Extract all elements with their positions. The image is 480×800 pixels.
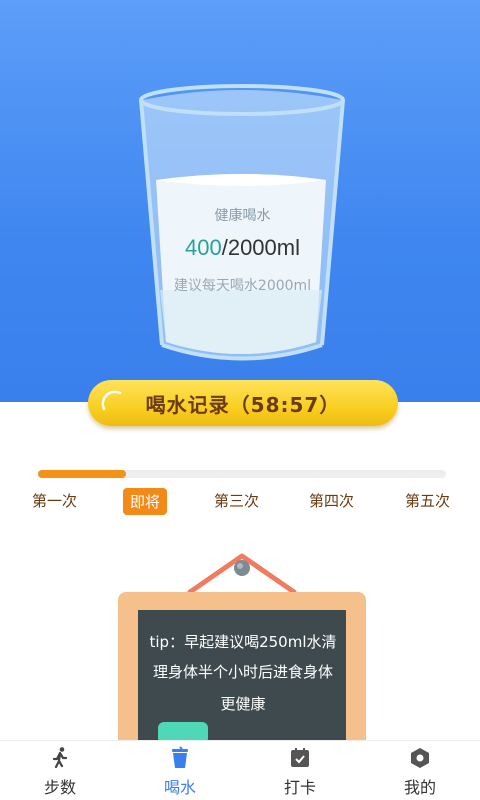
water-amount: 400/2000ml xyxy=(140,235,345,261)
step-item[interactable]: 第一次 xyxy=(32,490,77,511)
step-item-active[interactable]: 即将 xyxy=(123,488,168,515)
tip-line-3: 更健康 xyxy=(220,695,266,713)
tab-water[interactable]: 喝水 xyxy=(120,741,240,800)
step-item[interactable]: 第三次 xyxy=(214,490,259,511)
record-button-label: 喝水记录（58:57） xyxy=(145,392,341,417)
glass-hint: 建议每天喝水2000ml xyxy=(173,278,312,294)
step-item[interactable]: 第四次 xyxy=(309,490,354,511)
goal-amount: /2000ml xyxy=(221,235,300,260)
tab-label: 步数 xyxy=(43,778,76,797)
glass-title: 健康喝水 xyxy=(214,208,271,224)
tab-label: 喝水 xyxy=(163,778,196,797)
drink-progress-fill xyxy=(38,470,126,478)
bottom-tab-bar: 步数 喝水 打卡 我的 xyxy=(0,740,480,800)
hero-header: 健康喝水 400/2000ml 建议每天喝水2000ml xyxy=(0,0,480,402)
tip-line-1: tip：早起建议喝250ml水清 xyxy=(149,633,337,651)
tab-steps[interactable]: 步数 xyxy=(0,741,120,800)
walking-person-icon xyxy=(52,747,68,769)
tab-label: 打卡 xyxy=(283,778,316,797)
drink-steps: 第一次 即将 第三次 第四次 第五次 xyxy=(0,488,480,516)
cup-icon xyxy=(172,746,188,768)
tab-mine[interactable]: 我的 xyxy=(360,741,480,800)
drink-progress-bar xyxy=(38,470,446,478)
settings-hexagon-icon xyxy=(411,748,429,768)
step-item[interactable]: 第五次 xyxy=(405,490,450,511)
current-amount: 400 xyxy=(185,235,222,260)
tab-checkin[interactable]: 打卡 xyxy=(240,741,360,800)
tab-label: 我的 xyxy=(403,778,436,797)
loading-arc-icon xyxy=(101,390,122,411)
calendar-check-icon xyxy=(291,748,309,767)
drink-record-button[interactable]: 喝水记录（58:57） xyxy=(88,380,398,426)
water-glass xyxy=(139,84,345,361)
tip-line-2: 理身体半个小时后进食身体 xyxy=(152,663,333,681)
